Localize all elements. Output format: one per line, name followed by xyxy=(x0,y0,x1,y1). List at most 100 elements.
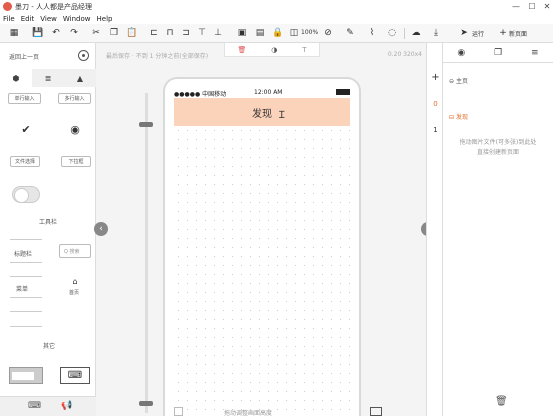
keyboard-shortcut-icon[interactable]: ⌨ xyxy=(28,401,41,411)
grid-icon[interactable]: ▦ xyxy=(8,27,20,39)
toolbar-separator xyxy=(404,28,405,39)
group-icon[interactable]: ▣ xyxy=(236,27,248,39)
page-index-0[interactable]: 0 xyxy=(427,100,444,108)
checkbox-component[interactable]: ✔ xyxy=(18,123,34,136)
page-index-column: + 0 1 xyxy=(426,43,443,416)
brush-icon[interactable]: ✎ xyxy=(344,27,356,39)
align-center-icon[interactable]: ⊓ xyxy=(164,27,176,39)
add-page-icon[interactable]: + xyxy=(497,27,509,39)
menu-file[interactable]: File xyxy=(3,15,15,23)
paste-icon[interactable]: 📋 xyxy=(126,27,138,39)
phone-frame: ●●●●● 中国移动 12:00 AM 发现 Ɪ xyxy=(163,77,361,416)
save-icon[interactable]: 💾 xyxy=(32,27,44,39)
home-component[interactable]: 首页 xyxy=(69,289,79,296)
page-index-1[interactable]: 1 xyxy=(427,126,444,134)
add-page-icon[interactable]: + xyxy=(427,72,444,83)
radio-component[interactable]: ◉ xyxy=(67,123,83,136)
drop-hint-line1: 拖动图片文件(可多张)到此处 xyxy=(459,139,537,146)
disable-icon[interactable]: ⊘ xyxy=(322,27,334,39)
align-right-icon[interactable]: ⊐ xyxy=(180,27,192,39)
cloud-upload-icon[interactable]: ☁ xyxy=(410,27,422,39)
menu-component[interactable]: 菜单 xyxy=(16,284,28,293)
component-tabs: ⬢ ≣ ▲ xyxy=(0,69,96,87)
prev-page-chevron-icon[interactable]: ‹ xyxy=(94,222,108,236)
page-row-discover[interactable]: ⊟ 发现 xyxy=(449,112,468,121)
close-button[interactable]: ✕ xyxy=(538,0,553,13)
carrier-signal: ●●●●● 中国移动 xyxy=(174,91,227,98)
app-logo-icon xyxy=(3,2,12,11)
run-button[interactable]: 运行 xyxy=(472,29,484,38)
list-tab-icon[interactable]: ≡ xyxy=(531,48,539,58)
multi-input-component[interactable]: 多行输入 xyxy=(58,93,91,104)
menu-bar: File Edit View Window Help xyxy=(0,13,553,24)
titlebar-component[interactable]: 标题栏 xyxy=(14,249,32,258)
canvas-dot-grid[interactable] xyxy=(174,126,350,414)
text-icon[interactable]: T xyxy=(302,46,306,54)
canvas-dimensions: 0.20 320x4 xyxy=(387,51,422,58)
home-page-label: 主页 xyxy=(455,78,468,85)
run-icon[interactable]: ➤ xyxy=(458,27,470,39)
page-row-home[interactable]: ⊖ 主页 xyxy=(449,76,468,85)
phone-time: 12:00 AM xyxy=(254,89,283,96)
copy-icon[interactable]: ❐ xyxy=(108,27,120,39)
file-select-component[interactable]: 文件选择 xyxy=(10,156,40,167)
keyboard-icon[interactable]: ⌨ xyxy=(60,367,90,384)
canvas-bottom-bar: 拖动调整画面高度 xyxy=(170,407,356,416)
ruler-handle[interactable] xyxy=(139,122,153,127)
zoom-level[interactable]: 100% xyxy=(301,29,318,36)
link-icon[interactable]: ⌇ xyxy=(366,27,378,39)
align-bottom-icon[interactable]: ⊥ xyxy=(212,27,224,39)
delete-icon[interactable]: 🗑 xyxy=(237,46,246,54)
left-panel-bottom-bar: ⌨ 📢 xyxy=(0,396,96,416)
page-icon: ⊟ xyxy=(449,114,456,121)
divider xyxy=(10,311,42,312)
toggle-switch-component[interactable] xyxy=(12,186,40,203)
cut-icon[interactable]: ✂ xyxy=(90,27,102,39)
text-cursor-icon: Ɪ xyxy=(279,110,285,121)
pages-panel-tabs: ◉ ❐ ≡ xyxy=(443,43,553,63)
shapes-icon[interactable]: ▲ xyxy=(64,69,96,87)
home-icon: ⌂ xyxy=(72,277,78,286)
opacity-icon[interactable]: ◑ xyxy=(271,46,277,54)
back-link[interactable]: 返回上一页 xyxy=(9,52,39,61)
canvas-area: ●●●●● 中国移动 12:00 AM 发现 Ɪ 拖动调整画面高度 xyxy=(96,63,426,416)
image-component[interactable] xyxy=(9,367,43,384)
target-tab-icon[interactable]: ◉ xyxy=(457,48,465,58)
search-bar-component[interactable]: Q 搜索 xyxy=(59,244,91,258)
trash-icon[interactable]: 🗑 xyxy=(495,396,508,408)
cube-icon[interactable]: ⬢ xyxy=(0,69,32,87)
ruler-handle-bottom[interactable] xyxy=(139,401,153,406)
title-bar: 墨刀 - 人人都是产品经理 xyxy=(0,0,553,13)
divider xyxy=(10,297,42,298)
menu-edit[interactable]: Edit xyxy=(21,15,35,23)
phone-nav-bar[interactable]: 发现 Ɪ xyxy=(174,98,350,126)
menu-help[interactable]: Help xyxy=(97,15,113,23)
align-top-icon[interactable]: ⊤ xyxy=(196,27,208,39)
copy-tab-icon[interactable]: ❐ xyxy=(494,48,502,58)
layers-icon[interactable]: ◫ xyxy=(288,27,300,39)
main-toolbar: ▦ 💾 ↶ ↷ ✂ ❐ 📋 ⊏ ⊓ ⊐ ⊤ ⊥ ▣ ▤ 🔒 ◫ 100% ⊘ ✎… xyxy=(0,24,553,43)
component-panel: 返回上一页 ⬢ ≣ ▲ 单行输入 多行输入 ✔ ◉ 文件选择 下拉框 工具栏 标… xyxy=(0,43,96,416)
download-icon[interactable]: ⤓ xyxy=(430,27,442,39)
menu-view[interactable]: View xyxy=(40,15,57,23)
megaphone-icon[interactable]: 📢 xyxy=(61,401,72,411)
element-float-toolbar: 🗑 ◑ T xyxy=(224,43,320,57)
divider xyxy=(10,239,42,240)
dropdown-component[interactable]: 下拉框 xyxy=(61,156,91,167)
target-icon[interactable] xyxy=(78,50,89,61)
height-checkbox[interactable] xyxy=(174,407,183,416)
nav-title[interactable]: 发现 xyxy=(174,105,350,120)
image-icon[interactable] xyxy=(370,407,382,416)
ungroup-icon[interactable]: ▤ xyxy=(254,27,266,39)
undo-icon[interactable]: ↶ xyxy=(50,27,62,39)
visibility-icon[interactable]: ◌ xyxy=(386,27,398,39)
lock-icon[interactable]: 🔒 xyxy=(272,27,284,39)
discover-page-label: 发现 xyxy=(455,114,468,121)
redo-icon[interactable]: ↷ xyxy=(68,27,80,39)
database-icon[interactable]: ≣ xyxy=(32,69,64,87)
new-page-button[interactable]: 新页面 xyxy=(509,29,527,38)
menu-window[interactable]: Window xyxy=(63,15,91,23)
single-input-component[interactable]: 单行输入 xyxy=(8,93,41,104)
align-left-icon[interactable]: ⊏ xyxy=(148,27,160,39)
divider xyxy=(10,326,42,327)
